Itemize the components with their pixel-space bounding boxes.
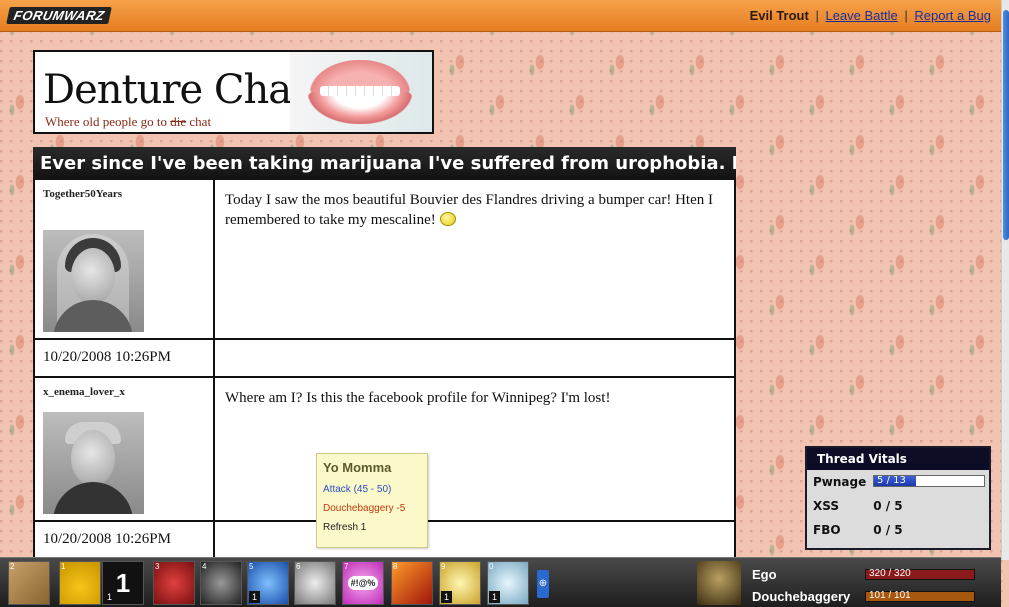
item-tooltip: Yo Momma Attack (45 - 50) Douchebaggery … [316,453,428,548]
avatar-face [71,248,115,304]
denture-lower [308,92,412,124]
author-name[interactable]: Together50Years [43,188,143,200]
speech-bubble-text: #!@% [347,576,379,590]
avatar-woman [43,230,144,332]
cardboard-box-icon [9,562,49,604]
dentures-image [290,52,432,132]
item-slot[interactable]: 51 [247,561,289,605]
slot-hotkey: 9 [441,562,446,571]
tooltip-douchebaggery: Douchebaggery -5 [323,503,406,514]
pwnage-value: 5 / 13 [877,475,906,486]
character-portrait[interactable] [697,561,741,605]
slot-hotkey: 8 [393,562,398,571]
top-bar: FORUMWARZ Evil Trout | Leave Battle | Re… [0,0,1001,32]
smiley-icon [439,212,456,226]
slot-hotkey: 2 [10,562,15,571]
separator: | [815,8,819,23]
item-slot[interactable]: 3 [153,561,195,605]
fbo-value: 0 / 5 [873,523,903,537]
slot-count: 1 [249,591,260,603]
avatar-face [71,430,115,486]
item-slot[interactable]: 6 [294,561,336,605]
slot-hotkey: 5 [249,562,254,571]
author-name[interactable]: x_enema_lover_x [43,386,143,398]
vital-xss: XSS 0 / 5 [807,494,989,518]
slot-hotkey: 0 [489,562,494,571]
post-date-row: 10/20/2008 10:26PM [35,340,734,378]
speech-bubble-icon: #!@% [343,562,383,604]
username: Evil Trout [749,8,809,23]
vertical-scrollbar[interactable] [1001,0,1009,560]
slot-count: 1 [104,591,115,603]
ego-label: Ego [752,567,777,582]
item-slot[interactable]: 1 [59,561,101,605]
slot-count: 1 [441,591,452,603]
author-cell: x_enema_lover_x [35,378,215,520]
item-slot[interactable]: 8 [391,561,433,605]
tooltip-refresh: Refresh 1 [323,522,367,533]
hard-hat-icon [60,562,100,604]
slot-hotkey: 1 [61,562,66,571]
fbo-label: FBO [813,523,841,537]
forum-tagline: Where old people go to die chat [45,114,211,130]
pwnage-label: Pwnage [813,475,867,489]
item-slot[interactable]: 4 [200,561,242,605]
separator: | [904,8,908,23]
pwnage-bar: 5 / 13 [873,475,985,487]
top-links: Evil Trout | Leave Battle | Report a Bug [750,8,991,23]
vitals-header: Thread Vitals [807,448,989,470]
post-text: Today I saw the mos beautiful Bouvier de… [225,192,713,228]
hand-gesture-icon [201,562,241,604]
post-row: Together50Years Today I saw the mos beau… [35,180,734,340]
ego-bar: 320 / 320 [865,568,975,580]
tagline-struck: die [170,114,187,129]
author-cell: Together50Years [35,180,215,338]
tagline-after: chat [189,114,212,129]
forumwarz-logo[interactable]: FORUMWARZ [6,7,113,24]
slot-hotkey: 3 [155,562,160,571]
slot-count: 1 [489,591,500,603]
douchebaggery-bar: 101 / 101 [865,590,975,602]
douchebaggery-label: Douchebaggery [752,589,851,604]
post-text: Where am I? Is this the facebook profile… [225,390,611,406]
slot-hotkey: 4 [202,562,207,571]
tooltip-attack: Attack (45 - 50) [323,484,392,495]
tooltip-title: Yo Momma [323,460,392,475]
xss-value: 0 / 5 [873,499,903,513]
denture-teeth [320,86,400,96]
post-date: 10/20/2008 10:26PM [35,340,215,376]
woman-portrait-icon [295,562,335,604]
douchebaggery-value: 101 / 101 [869,590,911,601]
item-slot[interactable]: 91 [439,561,481,605]
item-toolbar: 2 1 1 1 3 4 5 1 6 #!@% 7 8 9 1 0 1 ⊕ Ego 320 / 320 Douc… [0,557,1001,607]
slot-hotkey: 6 [296,562,301,571]
item-slot[interactable]: 2 [8,561,50,605]
item-slot[interactable]: 11 [102,561,144,605]
flame-icon [392,562,432,604]
thread-vitals-panel: Thread Vitals Pwnage 5 / 13 XSS 0 / 5 FB… [805,446,991,550]
avatar-body [53,482,133,514]
post-content: Where am I? Is this the facebook profile… [225,378,725,408]
more-items-button[interactable]: ⊕ [537,570,549,598]
ego-value: 320 / 320 [869,568,911,579]
post-date: 10/20/2008 10:26PM [35,522,215,558]
forum-title: Denture Chat [43,67,307,113]
thread-title: Ever since I've been taking marijuana I'… [33,147,736,181]
forum-banner: Denture Chat Where old people go to die … [33,50,434,134]
post-content: Today I saw the mos beautiful Bouvier de… [225,180,725,230]
tagline-before: Where old people go to [45,114,168,129]
slot-hotkey: 7 [344,562,349,571]
report-bug-link[interactable]: Report a Bug [914,8,991,23]
scrollbar-thumb[interactable] [1003,10,1009,240]
vital-pwnage: Pwnage 5 / 13 [807,470,989,494]
xss-label: XSS [813,499,839,513]
leave-battle-link[interactable]: Leave Battle [825,8,897,23]
avatar-man [43,412,144,514]
vital-fbo: FBO 0 / 5 [807,518,989,542]
red-splatter-icon [154,562,194,604]
item-slot[interactable]: #!@% 7 [342,561,384,605]
item-slot[interactable]: 01 [487,561,529,605]
